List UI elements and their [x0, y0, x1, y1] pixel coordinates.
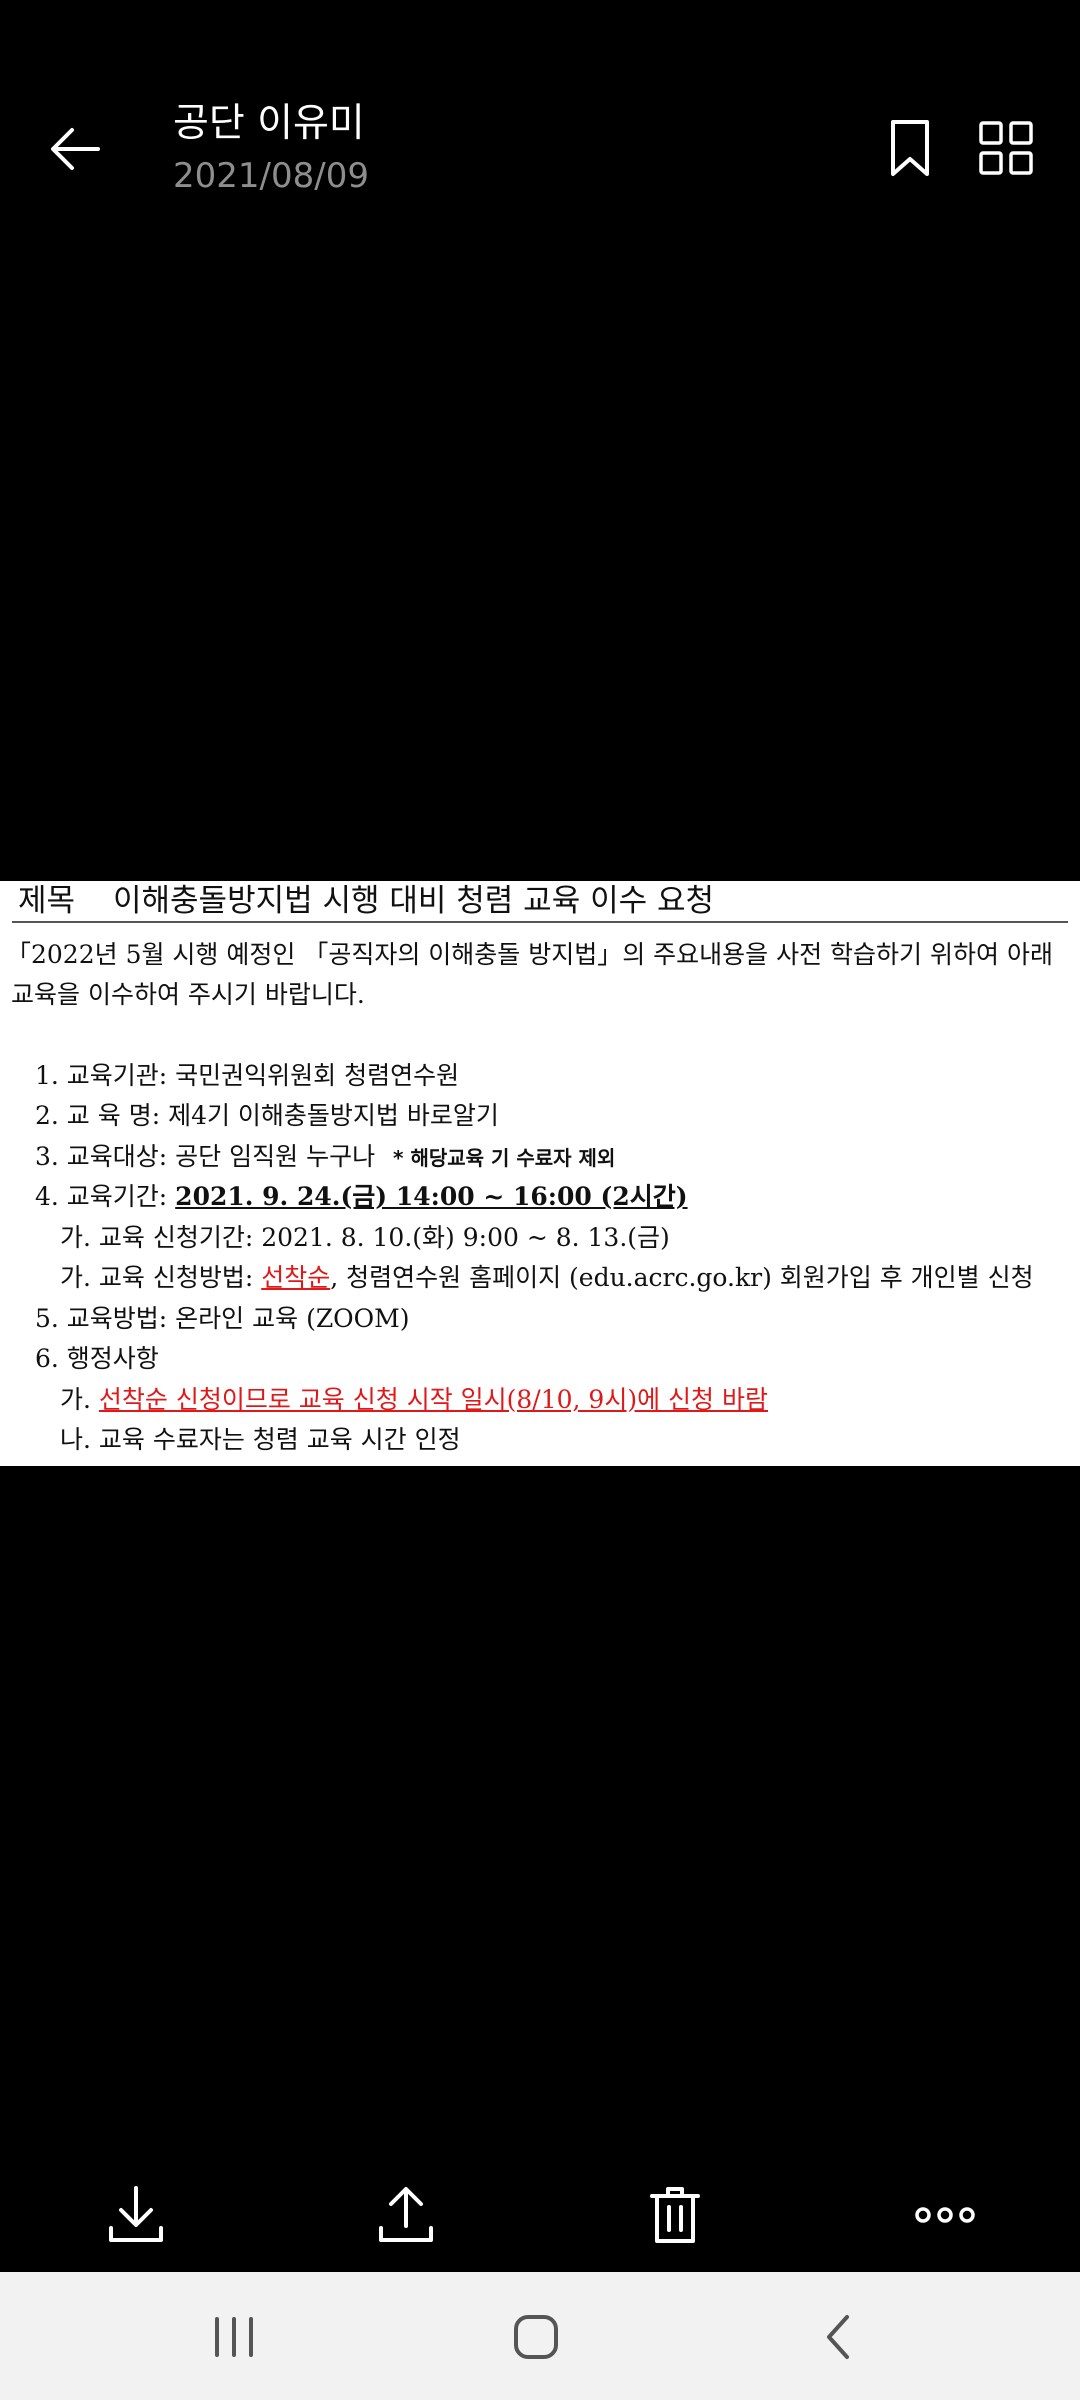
- home-icon: [514, 2315, 558, 2359]
- bookmark-button[interactable]: [885, 118, 935, 180]
- item-6a-highlight: 선착순 신청이므로 교육 신청 시작 일시(8/10, 9시)에 신청 바람: [98, 1385, 768, 1414]
- download-button[interactable]: [101, 2180, 171, 2250]
- recents-button[interactable]: [199, 2302, 269, 2372]
- item-3: 3. 교육대상: 공단 임직원 누구나 * 해당교육 기 수료자 제외: [35, 1142, 615, 1173]
- more-button[interactable]: [910, 2180, 980, 2250]
- bottom-toolbar: [0, 2160, 1080, 2270]
- item-3-note: * 해당교육 기 수료자 제외: [393, 1146, 616, 1170]
- item-6a-label: 가.: [60, 1385, 99, 1414]
- item-5: 5. 교육방법: 온라인 교육 (ZOOM): [35, 1304, 410, 1333]
- more-horizontal-icon: [915, 2207, 975, 2223]
- top-app-bar: 공단 이유미 2021/08/09: [0, 0, 1080, 300]
- item-6b: 나. 교육 수료자는 청렴 교육 시간 인정: [60, 1425, 461, 1454]
- bookmark-icon: [891, 120, 929, 176]
- nav-back-icon: [827, 2315, 849, 2359]
- item-4-label: 4. 교육기간:: [35, 1182, 176, 1211]
- item-4-value: 2021. 9. 24.(금) 14:00 ~ 16:00 (2시간): [175, 1182, 688, 1211]
- item-4b: 가. 교육 신청방법: 선착순, 청렴연수원 홈페이지 (edu.acrc.go…: [60, 1263, 1034, 1293]
- share-button[interactable]: [371, 2180, 441, 2250]
- item-6a: 가. 선착순 신청이므로 교육 신청 시작 일시(8/10, 9시)에 신청 바…: [60, 1385, 768, 1415]
- item-6: 6. 행정사항: [35, 1344, 159, 1373]
- photo-date: 2021/08/09: [173, 156, 369, 196]
- item-3-text: 3. 교육대상: 공단 임직원 누구나: [35, 1142, 376, 1171]
- subject-label: 제목: [18, 883, 76, 919]
- item-4b-highlight: 선착순: [261, 1263, 331, 1292]
- share-icon: [379, 2187, 433, 2242]
- item-4b-label: 가. 교육 신청방법:: [60, 1263, 262, 1292]
- system-navigation-bar: [0, 2272, 1080, 2400]
- trash-icon: [650, 2187, 700, 2243]
- item-1: 1. 교육기관: 국민권익위원회 청렴연수원: [35, 1061, 460, 1090]
- intro-line-2: 교육을 이수하여 주시기 바랍니다.: [11, 980, 365, 1009]
- recents-icon: [215, 2317, 253, 2357]
- grid-icon: [979, 121, 1033, 175]
- back-button[interactable]: [40, 110, 110, 180]
- nav-back-button[interactable]: [803, 2302, 873, 2372]
- subject-text: 이해충돌방지법 시행 대비 청렴 교육 이수 요청: [113, 883, 715, 919]
- intro-line-1: 「2022년 5월 시행 예정인 「공직자의 이해충돌 방지법」의 주요내용을 …: [6, 940, 1053, 969]
- document-image[interactable]: 제목 이해충돌방지법 시행 대비 청렴 교육 이수 요청 「2022년 5월 시…: [0, 881, 1080, 1466]
- grid-view-button[interactable]: [978, 120, 1034, 176]
- download-icon: [109, 2186, 163, 2242]
- page-title: 공단 이유미: [173, 101, 365, 146]
- item-4a: 가. 교육 신청기간: 2021. 8. 10.(화) 9:00 ~ 8. 13…: [60, 1223, 670, 1252]
- arrow-left-icon: [51, 128, 100, 170]
- home-button[interactable]: [501, 2302, 571, 2372]
- item-4b-rest: , 청렴연수원 홈페이지 (edu.acrc.go.kr) 회원가입 후 개인별…: [330, 1263, 1034, 1292]
- item-4: 4. 교육기간: 2021. 9. 24.(금) 14:00 ~ 16:00 (…: [35, 1182, 688, 1212]
- delete-button[interactable]: [640, 2180, 710, 2250]
- item-2: 2. 교 육 명: 제4기 이해충돌방지법 바로알기: [35, 1101, 499, 1130]
- subject-divider: [12, 921, 1068, 923]
